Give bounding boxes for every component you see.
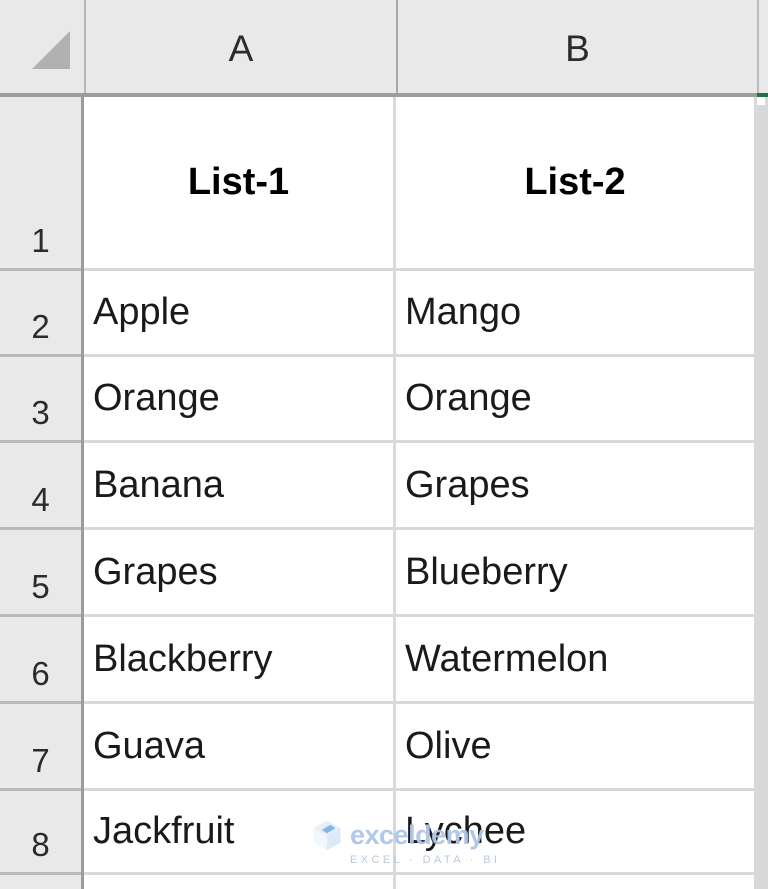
column-header-a[interactable]: A bbox=[84, 0, 396, 97]
row-header-5[interactable]: 5 bbox=[0, 530, 81, 617]
cell-b8[interactable]: Lychee bbox=[396, 791, 757, 875]
row-header-4[interactable]: 4 bbox=[0, 443, 81, 530]
row-header-7[interactable]: 7 bbox=[0, 704, 81, 791]
cell-b7[interactable]: Olive bbox=[396, 704, 757, 791]
grid-body: List-1 List-2 Apple Mango Orange Orange … bbox=[84, 97, 768, 889]
cell-a3[interactable]: Orange bbox=[84, 357, 396, 443]
cell-a1[interactable]: List-1 bbox=[84, 97, 396, 271]
cell-b3[interactable]: Orange bbox=[396, 357, 757, 443]
select-all-button[interactable] bbox=[0, 0, 84, 97]
cell-b1[interactable]: List-2 bbox=[396, 97, 757, 271]
cell-a9[interactable] bbox=[84, 875, 396, 889]
column-header-band: A B bbox=[84, 0, 768, 97]
cell-a8[interactable]: Jackfruit bbox=[84, 791, 396, 875]
cell-b2[interactable]: Mango bbox=[396, 271, 757, 357]
cell-b6[interactable]: Watermelon bbox=[396, 617, 757, 704]
cell-a6[interactable]: Blackberry bbox=[84, 617, 396, 704]
cell-b5[interactable]: Blueberry bbox=[396, 530, 757, 617]
row-header-3[interactable]: 3 bbox=[0, 357, 81, 443]
cell-a7[interactable]: Guava bbox=[84, 704, 396, 791]
cell-a4[interactable]: Banana bbox=[84, 443, 396, 530]
cell-b4[interactable]: Grapes bbox=[396, 443, 757, 530]
spreadsheet-grid: A B 1 2 3 4 5 6 7 8 List-1 List-2 Apple … bbox=[0, 0, 768, 889]
column-c-spill-strip bbox=[757, 105, 768, 889]
cell-a2[interactable]: Apple bbox=[84, 271, 396, 357]
column-header-b[interactable]: B bbox=[396, 0, 757, 97]
row-header-1[interactable]: 1 bbox=[0, 97, 81, 271]
cell-b9[interactable] bbox=[396, 875, 757, 889]
column-header-c[interactable] bbox=[757, 0, 768, 97]
cell-a5[interactable]: Grapes bbox=[84, 530, 396, 617]
row-header-2[interactable]: 2 bbox=[0, 271, 81, 357]
row-header-6[interactable]: 6 bbox=[0, 617, 81, 704]
row-header-column: 1 2 3 4 5 6 7 8 bbox=[0, 97, 84, 889]
row-header-9-partial[interactable] bbox=[0, 875, 81, 889]
row-header-8[interactable]: 8 bbox=[0, 791, 81, 875]
select-all-triangle-icon bbox=[32, 31, 70, 69]
